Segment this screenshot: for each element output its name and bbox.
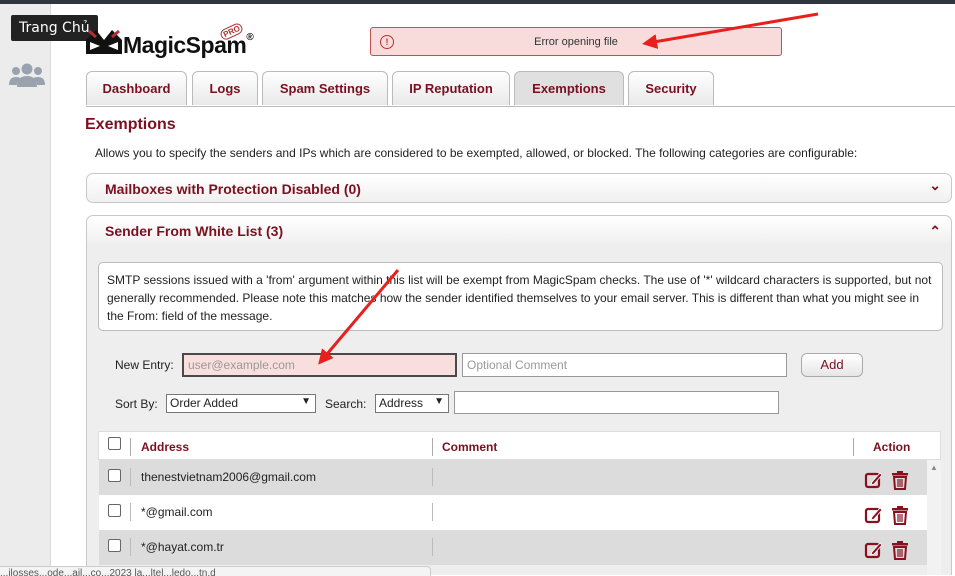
- select-all-checkbox[interactable]: [108, 437, 121, 450]
- table-scrollbar[interactable]: [927, 460, 941, 575]
- delete-icon[interactable]: [890, 540, 910, 560]
- column-divider: [432, 538, 433, 556]
- row-address: thenestvietnam2006@gmail.com: [141, 470, 316, 484]
- sort-select[interactable]: Order Added ▼: [166, 394, 316, 413]
- page-description: Allows you to specify the senders and IP…: [95, 146, 858, 160]
- sort-by-label: Sort By:: [115, 397, 158, 411]
- error-banner: ! Error opening file: [370, 27, 782, 56]
- search-field-select[interactable]: Address ▼: [375, 394, 449, 413]
- row-checkbox[interactable]: [108, 539, 121, 552]
- row-address: *@gmail.com: [141, 505, 213, 519]
- new-entry-label: New Entry:: [115, 358, 174, 372]
- table-row: *@gmail.com: [99, 495, 927, 530]
- column-divider: [432, 503, 433, 521]
- tab-exemptions[interactable]: Exemptions: [514, 71, 624, 105]
- page-title: Exemptions: [85, 116, 176, 133]
- tab-spam-settings[interactable]: Spam Settings: [262, 71, 388, 105]
- add-button[interactable]: Add: [801, 353, 863, 377]
- tab-logs[interactable]: Logs: [192, 71, 258, 105]
- delete-icon[interactable]: [890, 470, 910, 490]
- left-rail: [0, 4, 51, 575]
- home-tooltip: Trang Chủ: [11, 15, 98, 41]
- chevron-up-icon: ⌃: [929, 223, 941, 239]
- error-message: Error opening file: [534, 36, 618, 48]
- header-address[interactable]: Address: [141, 440, 189, 454]
- accordion-mailboxes[interactable]: Mailboxes with Protection Disabled (0) ⌄: [86, 173, 952, 203]
- tab-ip-reputation[interactable]: IP Reputation: [392, 71, 510, 105]
- search-label: Search:: [325, 397, 367, 411]
- scroll-up-icon[interactable]: ▲: [930, 463, 938, 472]
- whitelist-info: SMTP sessions issued with a 'from' argum…: [98, 262, 943, 331]
- table-row: *@hayat.com.tr: [99, 530, 927, 565]
- column-divider: [130, 538, 131, 556]
- chevron-down-icon: ▼: [434, 396, 444, 407]
- chevron-down-icon: ▼: [301, 396, 311, 407]
- column-divider: [853, 438, 854, 456]
- tab-divider: [86, 106, 955, 107]
- tab-dashboard[interactable]: Dashboard: [86, 71, 187, 105]
- table-row: thenestvietnam2006@gmail.com: [99, 460, 927, 495]
- column-divider: [130, 438, 131, 456]
- tab-security[interactable]: Security: [628, 71, 714, 105]
- sort-select-value: Order Added: [170, 396, 239, 410]
- edit-icon[interactable]: [864, 540, 884, 560]
- table-header: Address Comment Action: [98, 431, 941, 460]
- column-divider: [432, 438, 433, 456]
- search-field-value: Address: [379, 396, 424, 410]
- top-bar: [0, 0, 955, 4]
- row-address: *@hayat.com.tr: [141, 540, 224, 554]
- edit-icon[interactable]: [864, 505, 884, 525]
- accordion-mailboxes-title: Mailboxes with Protection Disabled (0): [105, 181, 361, 197]
- edit-icon[interactable]: [864, 470, 884, 490]
- logo-mark-icon: [86, 29, 122, 54]
- accordion-whitelist[interactable]: Sender From White List (3) ⌃: [86, 215, 952, 245]
- search-input[interactable]: [454, 391, 779, 414]
- chevron-down-icon: ⌄: [929, 177, 941, 193]
- column-divider: [130, 468, 131, 486]
- column-divider: [432, 468, 433, 486]
- column-divider: [130, 503, 131, 521]
- header-action: Action: [873, 440, 911, 454]
- row-checkbox[interactable]: [108, 469, 121, 482]
- accordion-whitelist-title: Sender From White List (3): [105, 223, 284, 239]
- comment-input[interactable]: [462, 353, 787, 377]
- users-icon[interactable]: [9, 61, 45, 89]
- address-input[interactable]: [182, 353, 457, 377]
- magicspam-logo: MagicSpam® PRO: [86, 21, 256, 60]
- delete-icon[interactable]: [890, 505, 910, 525]
- row-checkbox[interactable]: [108, 504, 121, 517]
- header-comment[interactable]: Comment: [442, 440, 497, 454]
